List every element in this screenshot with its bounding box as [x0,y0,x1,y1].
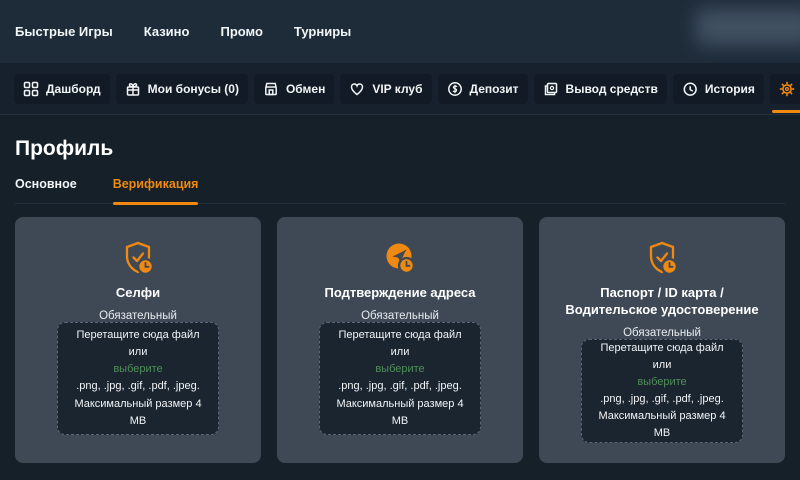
history-clock-icon [682,81,698,97]
browse-file-link[interactable]: выберите [113,361,162,378]
file-dropzone[interactable]: Перетащите сюда файл или выберите .png, … [581,339,742,443]
card-requirement: Обязательный [99,310,177,322]
subtab-general[interactable]: Основное [15,177,77,203]
account-widget-blurred[interactable] [696,9,800,45]
nav-casino[interactable]: Казино [144,24,190,39]
verification-card-passport: Паспорт / ID карта / Водительское удосто… [539,217,785,463]
shop-icon [263,81,279,97]
subtab-verification[interactable]: Верификация [113,177,199,203]
verification-cards: Селфи Обязательный Перетащите сюда файл … [15,217,785,463]
browse-file-link[interactable]: выберите [375,361,424,378]
dashboard-grid-icon [23,81,39,97]
verification-card-selfie: Селфи Обязательный Перетащите сюда файл … [15,217,261,463]
shield-check-clock-icon [642,239,682,277]
dropzone-formats: .png, .jpg, .gif, .pdf, .jpeg. Максималь… [68,378,207,429]
tab-label: История [705,82,755,96]
browse-file-link[interactable]: выберите [637,374,686,391]
tab-deposit[interactable]: Депозит [438,74,528,104]
tab-label: VIP клуб [372,82,422,96]
dropzone-formats: .png, .jpg, .gif, .pdf, .jpeg. Максималь… [592,391,731,442]
profile-content: Профиль Основное Верификация Селфи Обяза… [0,137,800,463]
shield-check-clock-icon [118,239,158,277]
tab-label: Дашборд [46,82,101,96]
tab-my-bonuses[interactable]: Мои бонусы (0) [116,74,248,104]
banknote-icon [543,81,559,97]
nav-tournaments[interactable]: Турниры [294,24,351,39]
card-requirement: Обязательный [623,327,701,339]
tab-vip-club[interactable]: VIP клуб [340,74,431,104]
card-title: Подтверждение адреса [324,285,475,302]
tab-history[interactable]: История [673,74,764,104]
tab-label: Вывод средств [566,82,658,96]
tab-label: Обмен [286,82,325,96]
dropzone-formats: .png, .jpg, .gif, .pdf, .jpeg. Максималь… [330,378,469,429]
heart-icon [349,81,365,97]
verification-card-address: Подтверждение адреса Обязательный Перета… [277,217,523,463]
file-dropzone[interactable]: Перетащите сюда файл или выберите .png, … [57,322,218,435]
file-dropzone[interactable]: Перетащите сюда файл или выберите .png, … [319,322,480,435]
account-tab-bar: Дашборд Мои бонусы (0) Обмен [0,63,800,115]
gift-icon [125,81,141,97]
top-navigation-bar: Быстрые Игры Казино Промо Турниры [0,0,800,63]
tab-exchange[interactable]: Обмен [254,74,334,104]
nav-fast-games[interactable]: Быстрые Игры [15,24,113,39]
profile-subtabs: Основное Верификация [15,177,785,204]
coin-dollar-icon [447,81,463,97]
tab-label: Депозит [470,82,519,96]
card-title: Селфи [116,285,160,302]
card-title: Паспорт / ID карта / Водительское удосто… [557,285,767,319]
gear-icon [779,81,795,97]
tab-dashboard[interactable]: Дашборд [14,74,110,104]
tab-withdraw[interactable]: Вывод средств [534,74,667,104]
address-pending-icon [380,239,420,277]
tab-label: Мои бонусы (0) [148,82,239,96]
nav-promo[interactable]: Промо [220,24,262,39]
tab-account-settings[interactable]: Настройки аккаунта [770,74,800,104]
dropzone-text: Перетащите сюда файл или [592,340,731,374]
page-title: Профиль [15,137,785,161]
dropzone-text: Перетащите сюда файл или [330,327,469,361]
card-requirement: Обязательный [361,310,439,322]
dropzone-text: Перетащите сюда файл или [68,327,207,361]
